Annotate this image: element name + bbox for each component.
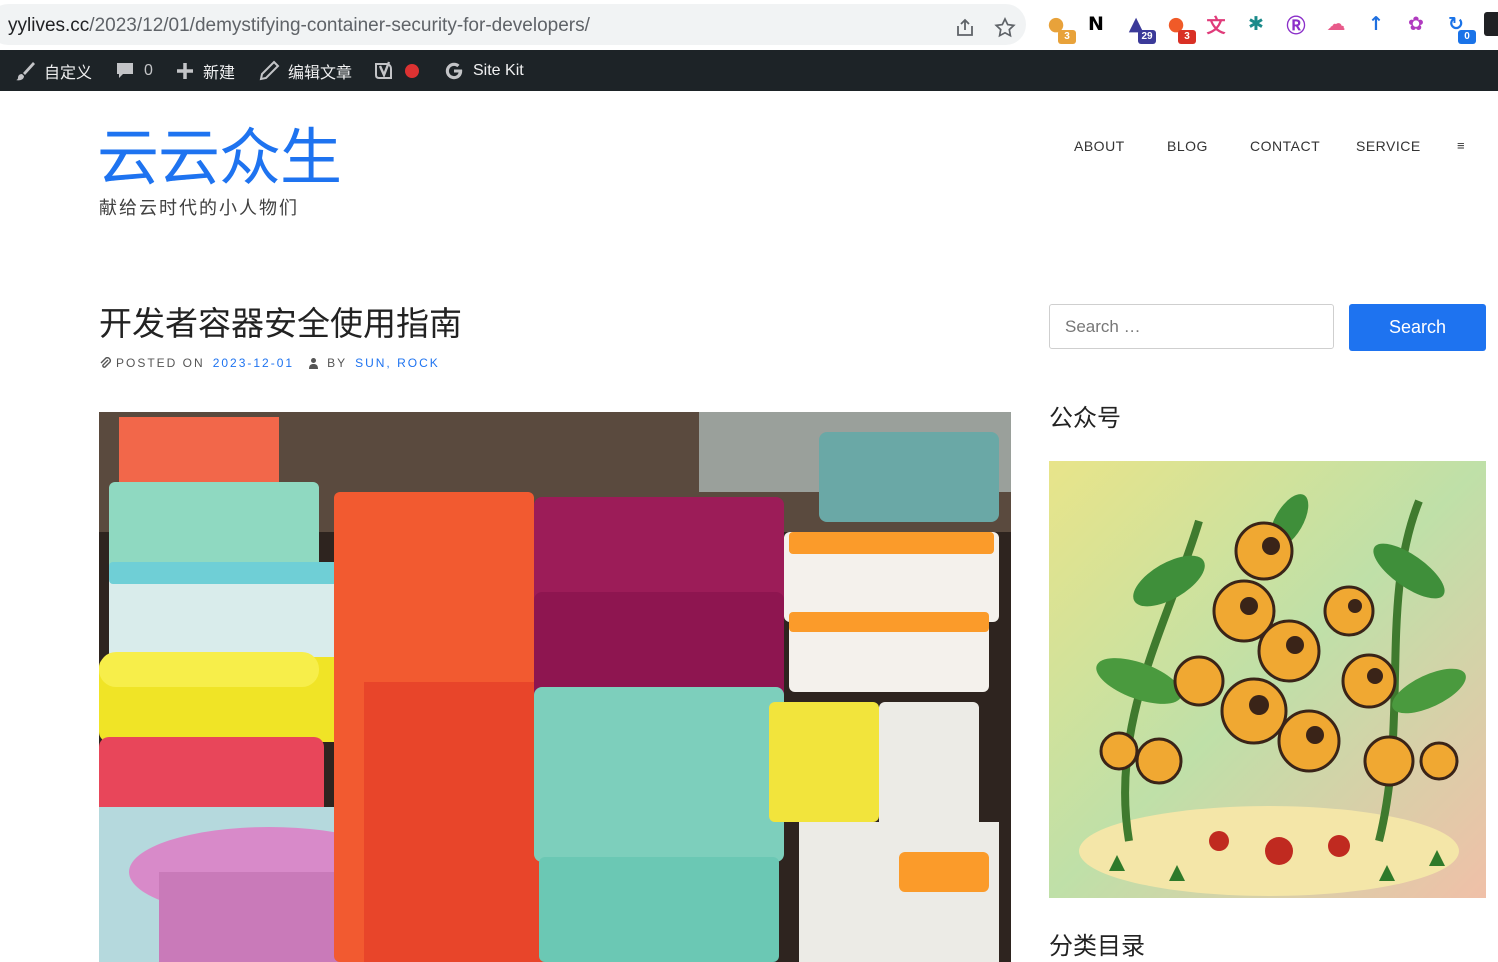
arrow-extension-icon[interactable]: ↑	[1364, 12, 1388, 36]
yoast-seo-link[interactable]	[373, 50, 419, 91]
openai-icon[interactable]: ✿	[1404, 12, 1428, 36]
site-kit-link[interactable]: Site Kit	[443, 50, 524, 91]
wp-admin-bar: 自定义 0 新建 编辑文章 Site Kit	[0, 50, 1498, 91]
browser-toolbar: yylives.cc/2023/12/01/demystifying-conta…	[0, 0, 1498, 50]
yoast-icon	[375, 61, 392, 79]
url-domain: yylives.cc	[8, 15, 90, 36]
featured-image-containers	[99, 412, 1011, 962]
seo-status-dot	[405, 63, 419, 78]
comments-link[interactable]: 0	[114, 50, 153, 91]
chatgpt-sidebar-icon[interactable]: ● 3	[1044, 12, 1076, 44]
brush-icon	[16, 61, 35, 80]
grid-extension-icon[interactable]: ✱	[1244, 12, 1268, 36]
sync-icon[interactable]: ↻ 0	[1444, 12, 1476, 44]
google-g-icon	[445, 62, 463, 79]
extensions-menu-icon[interactable]	[1484, 12, 1498, 36]
extension-badge: 0	[1458, 30, 1476, 44]
posted-on-label: POSTED ON	[116, 356, 205, 370]
extension-badge: 3	[1058, 30, 1076, 44]
nav-contact[interactable]: CONTACT	[1250, 138, 1320, 154]
url-text[interactable]: yylives.cc/2023/12/01/demystifying-conta…	[8, 15, 590, 37]
widget-title-wechat: 公众号	[1049, 404, 1121, 432]
pencil-icon	[259, 60, 280, 80]
notion-icon[interactable]: N	[1084, 12, 1108, 36]
cloud-icon[interactable]: ☁	[1324, 12, 1348, 36]
nav-about[interactable]: ABOUT	[1074, 138, 1125, 154]
extension-badge: 3	[1178, 30, 1196, 44]
by-label: BY	[327, 356, 348, 370]
author-icon	[309, 358, 319, 369]
plus-icon	[177, 62, 193, 79]
post-author-link[interactable]: SUN, ROCK	[355, 356, 440, 370]
address-bar[interactable]: yylives.cc/2023/12/01/demystifying-conta…	[0, 4, 1026, 45]
translate-icon[interactable]: 文	[1204, 12, 1228, 37]
customize-label: 自定义	[44, 64, 93, 82]
nav-service[interactable]: SERVICE	[1356, 138, 1421, 154]
site-description: 献给云时代的小人物们	[99, 198, 299, 219]
site-title[interactable]: 云云众生	[97, 122, 342, 194]
new-label: 新建	[203, 64, 236, 82]
search-input[interactable]	[1049, 304, 1334, 349]
post-meta: POSTED ON 2023-12-01 BY SUN, ROCK	[99, 356, 440, 370]
edit-post-label: 编辑文章	[288, 64, 353, 82]
bookmark-star-icon[interactable]	[994, 17, 1016, 39]
nav-menu-toggle[interactable]: ≡	[1457, 138, 1465, 153]
nav-blog[interactable]: BLOG	[1167, 138, 1208, 154]
extension-badge: 29	[1138, 30, 1156, 44]
new-content-link[interactable]: 新建	[175, 50, 235, 91]
customize-link[interactable]: 自定义	[14, 50, 92, 91]
search-button[interactable]: Search	[1349, 304, 1486, 351]
comment-bubble-icon	[117, 62, 133, 78]
post-date-link[interactable]: 2023-12-01	[213, 356, 294, 370]
paperclip-icon	[100, 356, 111, 368]
wechat-ants-image	[1049, 461, 1486, 898]
share-icon[interactable]	[954, 17, 976, 39]
lr-icon[interactable]: Ⓡ	[1284, 12, 1308, 37]
post-title: 开发者容器安全使用指南	[99, 304, 462, 343]
url-path: /2023/12/01/demystifying-container-secur…	[89, 15, 590, 36]
comments-count: 0	[144, 61, 153, 79]
edit-post-link[interactable]: 编辑文章	[258, 50, 352, 91]
site-kit-label: Site Kit	[473, 61, 524, 79]
widget-title-categories: 分类目录	[1049, 932, 1145, 960]
fruit-icon[interactable]: ● 3	[1164, 12, 1196, 44]
graduation-cap-icon[interactable]: ▲ 29	[1124, 12, 1156, 44]
